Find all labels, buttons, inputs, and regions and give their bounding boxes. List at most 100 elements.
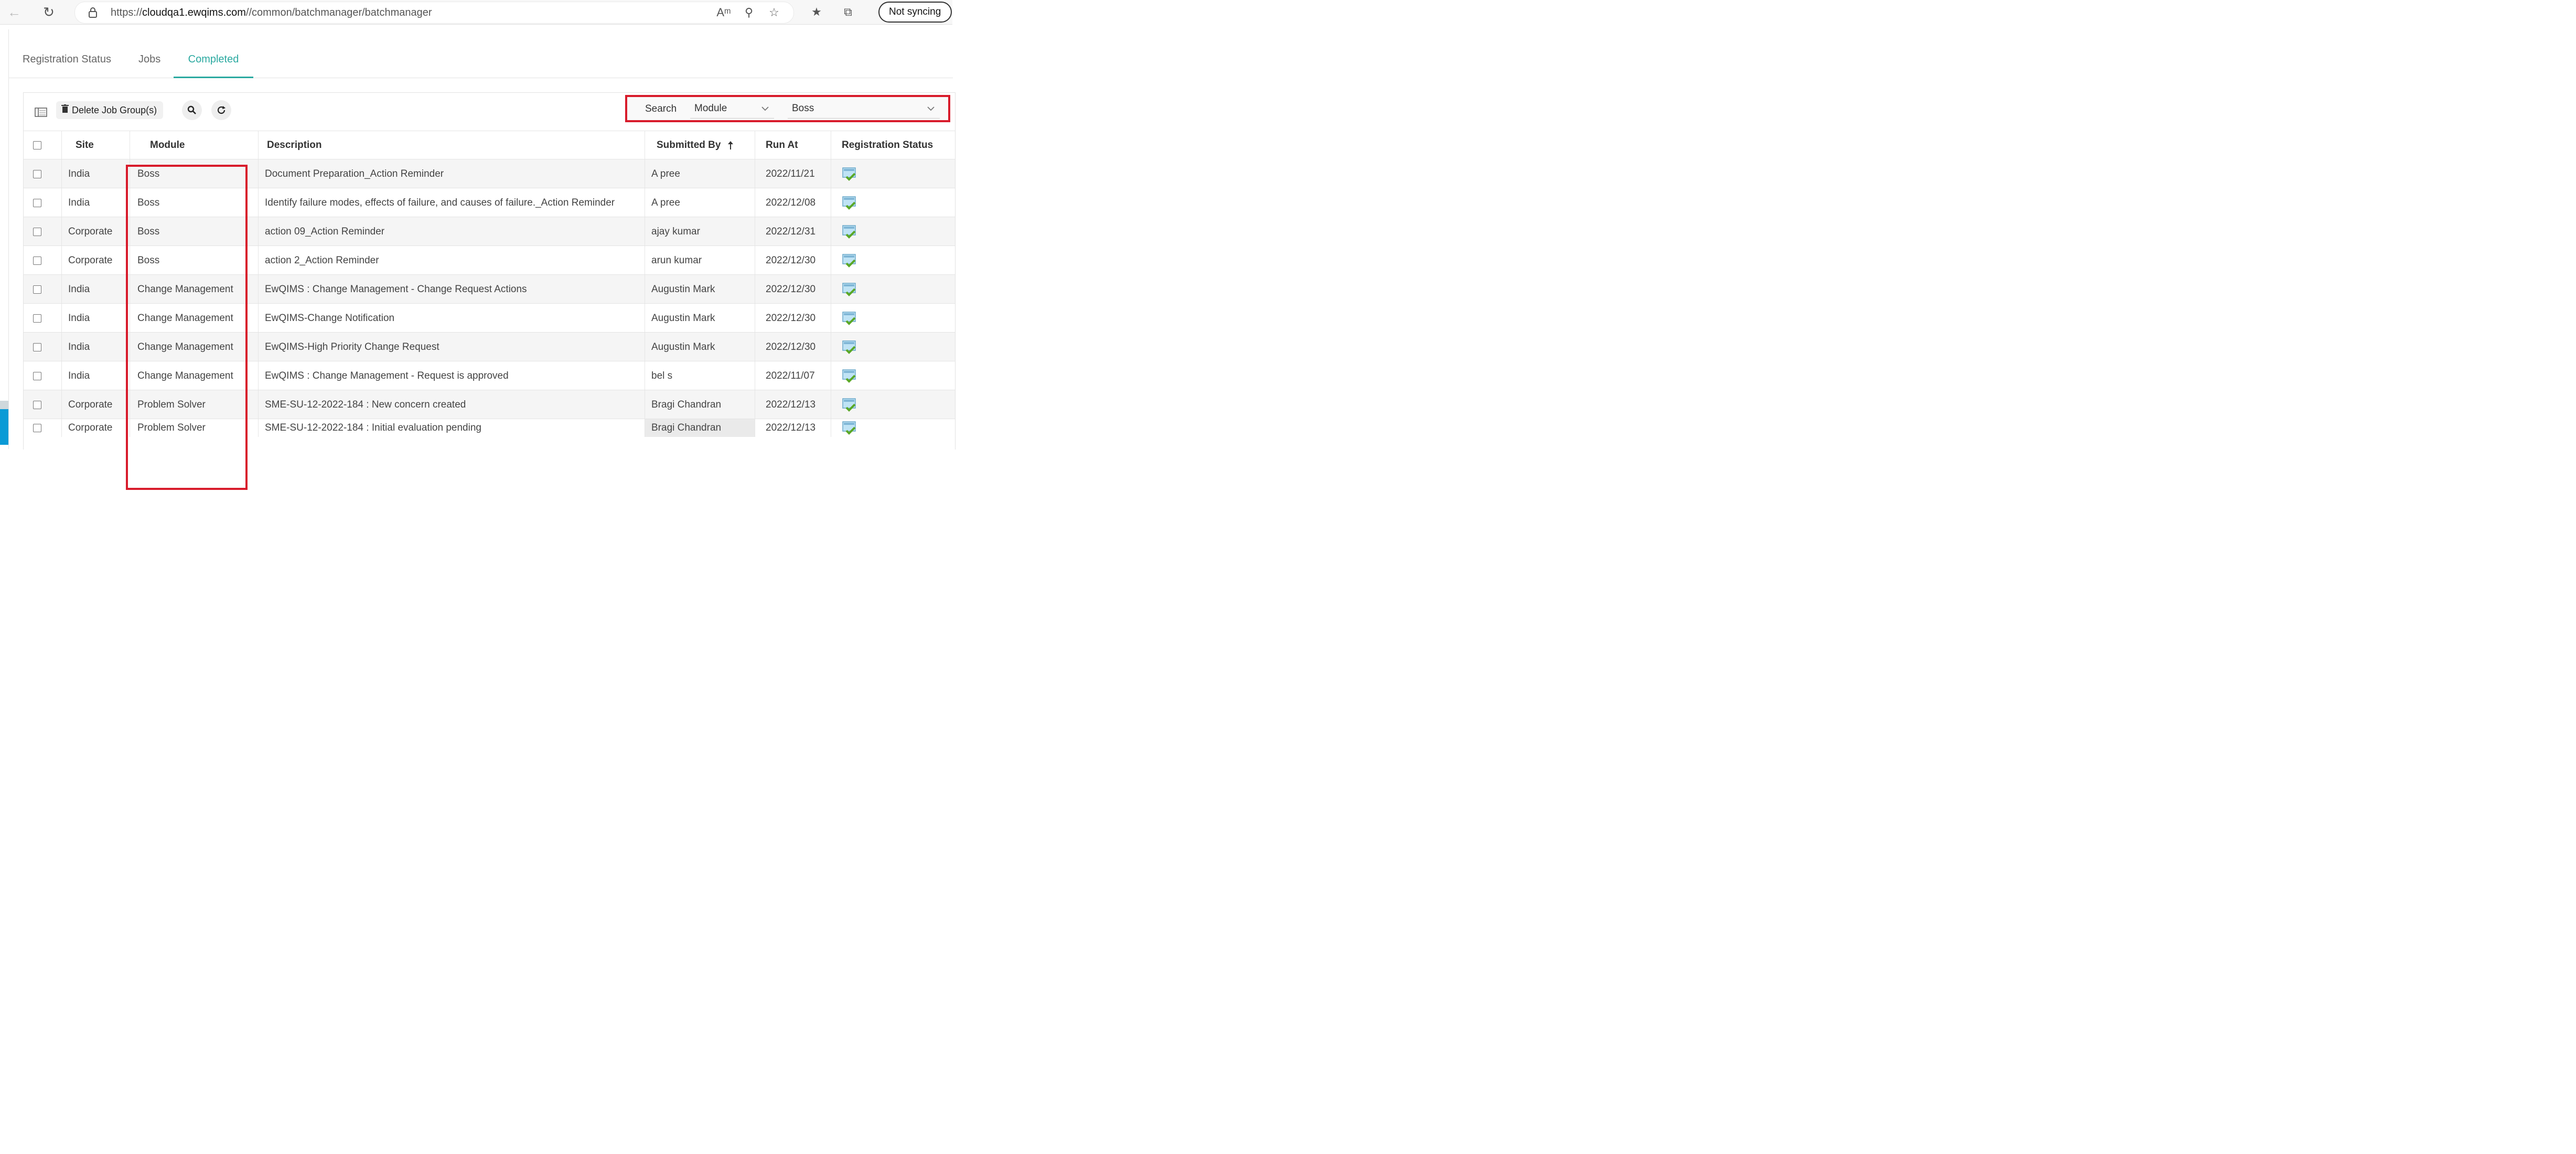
run-at-cell: 2022/11/21: [755, 159, 831, 188]
run-at-cell: 2022/12/13: [755, 419, 831, 437]
submitted-by-cell: Augustin Mark: [645, 304, 755, 333]
search-button[interactable]: [182, 100, 202, 120]
column-header-submitted-by[interactable]: Submitted By: [645, 131, 755, 159]
submitted-by-cell: ajay kumar: [645, 217, 755, 246]
description-cell: action 09_Action Reminder: [259, 217, 645, 246]
profile-sync-button[interactable]: Not syncing: [878, 2, 952, 23]
registration-status-cell: [831, 333, 955, 361]
submitted-by-cell: arun kumar: [645, 246, 755, 275]
description-cell: EwQIMS-Change Notification: [259, 304, 645, 333]
description-cell: Document Preparation_Action Reminder: [259, 159, 645, 188]
batch-manager-page: Registration Status Jobs Completed Delet…: [8, 29, 956, 490]
select-all-cell: [24, 131, 62, 159]
row-select-cell: [24, 304, 62, 333]
column-header-run-at[interactable]: Run At: [755, 131, 831, 159]
sort-ascending-icon: [728, 141, 734, 149]
registration-status-cell: [831, 361, 955, 390]
scrollbar-track[interactable]: [0, 401, 8, 409]
table-row[interactable]: Corporate Problem Solver SME-SU-12-2022-18…: [24, 419, 955, 437]
chevron-down-icon: [761, 106, 769, 111]
collections-icon[interactable]: ⧉: [839, 3, 857, 21]
registration-complete-icon[interactable]: [842, 369, 857, 383]
row-checkbox[interactable]: [33, 424, 41, 432]
tab-registration-status[interactable]: Registration Status: [23, 51, 111, 77]
description-cell: EwQIMS : Change Management - Change Requ…: [259, 275, 645, 304]
column-header-module[interactable]: Module: [130, 131, 259, 159]
registration-complete-icon[interactable]: [842, 225, 857, 239]
module-cell: Change Management: [130, 275, 259, 304]
tab-jobs[interactable]: Jobs: [138, 51, 160, 77]
registration-complete-icon[interactable]: [842, 253, 857, 268]
trash-icon: [61, 104, 69, 113]
table-row[interactable]: India Change Management EwQIMS : Change Ma…: [24, 274, 955, 304]
column-header-site[interactable]: Site: [62, 131, 130, 159]
lock-icon: [89, 7, 97, 18]
row-select-cell: [24, 333, 62, 361]
table-row[interactable]: India Change Management EwQIMS-High Priori…: [24, 332, 955, 361]
row-checkbox[interactable]: [33, 400, 41, 409]
row-checkbox[interactable]: [33, 198, 41, 207]
read-aloud-icon[interactable]: Aᵐ: [715, 4, 733, 22]
registration-status-cell: [831, 390, 955, 419]
row-checkbox[interactable]: [33, 343, 41, 351]
zoom-icon[interactable]: ⚲: [740, 4, 758, 22]
table-row[interactable]: India Change Management EwQIMS-Change Noti…: [24, 303, 955, 333]
row-select-cell: [24, 217, 62, 246]
search-field-select[interactable]: Module: [690, 99, 774, 119]
table-row[interactable]: Corporate Problem Solver SME-SU-12-2022-18…: [24, 390, 955, 419]
submitted-by-cell: Bragi Chandran: [645, 419, 755, 437]
favorites-icon[interactable]: ★: [808, 3, 825, 21]
tab-completed[interactable]: Completed: [174, 51, 253, 78]
submitted-by-cell: A pree: [645, 159, 755, 188]
row-select-cell: [24, 419, 62, 437]
registration-complete-icon[interactable]: [842, 282, 857, 297]
column-toggle-icon[interactable]: [33, 104, 49, 120]
site-cell: India: [62, 304, 130, 333]
row-checkbox[interactable]: [33, 371, 41, 380]
back-arrow-icon[interactable]: ←: [4, 2, 24, 22]
column-header-registration-status[interactable]: Registration Status: [831, 131, 955, 159]
row-select-cell: [24, 390, 62, 419]
row-select-cell: [24, 361, 62, 390]
scrollbar-thumb[interactable]: [0, 409, 8, 445]
row-checkbox[interactable]: [33, 169, 41, 178]
refresh-button[interactable]: [211, 100, 231, 120]
registration-complete-icon[interactable]: [842, 167, 857, 181]
run-at-cell: 2022/12/30: [755, 304, 831, 333]
run-at-cell: 2022/12/30: [755, 246, 831, 275]
table-row[interactable]: Corporate Boss action 09_Action Reminder aj…: [24, 217, 955, 246]
run-at-cell: 2022/12/30: [755, 333, 831, 361]
column-header-description[interactable]: Description: [259, 131, 645, 159]
submitted-by-cell: bel s: [645, 361, 755, 390]
search-value-select[interactable]: Boss: [788, 99, 940, 119]
search-value: Boss: [792, 103, 814, 114]
select-all-checkbox[interactable]: [33, 141, 41, 149]
registration-complete-icon[interactable]: [842, 340, 857, 355]
search-icon: [187, 105, 196, 114]
registration-status-cell: [831, 419, 955, 437]
add-favorite-icon[interactable]: ☆: [765, 4, 783, 22]
row-checkbox[interactable]: [33, 256, 41, 265]
table-row[interactable]: India Boss Identify failure modes, effects…: [24, 188, 955, 217]
delete-job-groups-button[interactable]: Delete Job Group(s): [56, 101, 164, 119]
module-cell: Boss: [130, 188, 259, 217]
row-checkbox[interactable]: [33, 314, 41, 323]
registration-complete-icon[interactable]: [842, 196, 857, 210]
site-cell: India: [62, 159, 130, 188]
reload-icon[interactable]: ↻: [39, 2, 59, 22]
description-cell: SME-SU-12-2022-184 : Initial evaluation …: [259, 419, 645, 437]
row-checkbox[interactable]: [33, 285, 41, 294]
refresh-icon: [217, 106, 226, 114]
row-checkbox[interactable]: [33, 227, 41, 236]
site-cell: Corporate: [62, 246, 130, 275]
table-row[interactable]: India Boss Document Preparation_Action Rem…: [24, 159, 955, 188]
address-bar[interactable]: https://cloudqa1.ewqims.com//common/batc…: [74, 2, 794, 24]
table-row[interactable]: India Change Management EwQIMS : Change Ma…: [24, 361, 955, 390]
registration-status-cell: [831, 304, 955, 333]
table-row[interactable]: Corporate Boss action 2_Action Reminder aru…: [24, 245, 955, 275]
run-at-cell: 2022/12/08: [755, 188, 831, 217]
registration-complete-icon[interactable]: [842, 421, 857, 435]
registration-complete-icon[interactable]: [842, 311, 857, 326]
registration-complete-icon[interactable]: [842, 398, 857, 412]
submitted-by-label: Submitted By: [657, 140, 721, 151]
